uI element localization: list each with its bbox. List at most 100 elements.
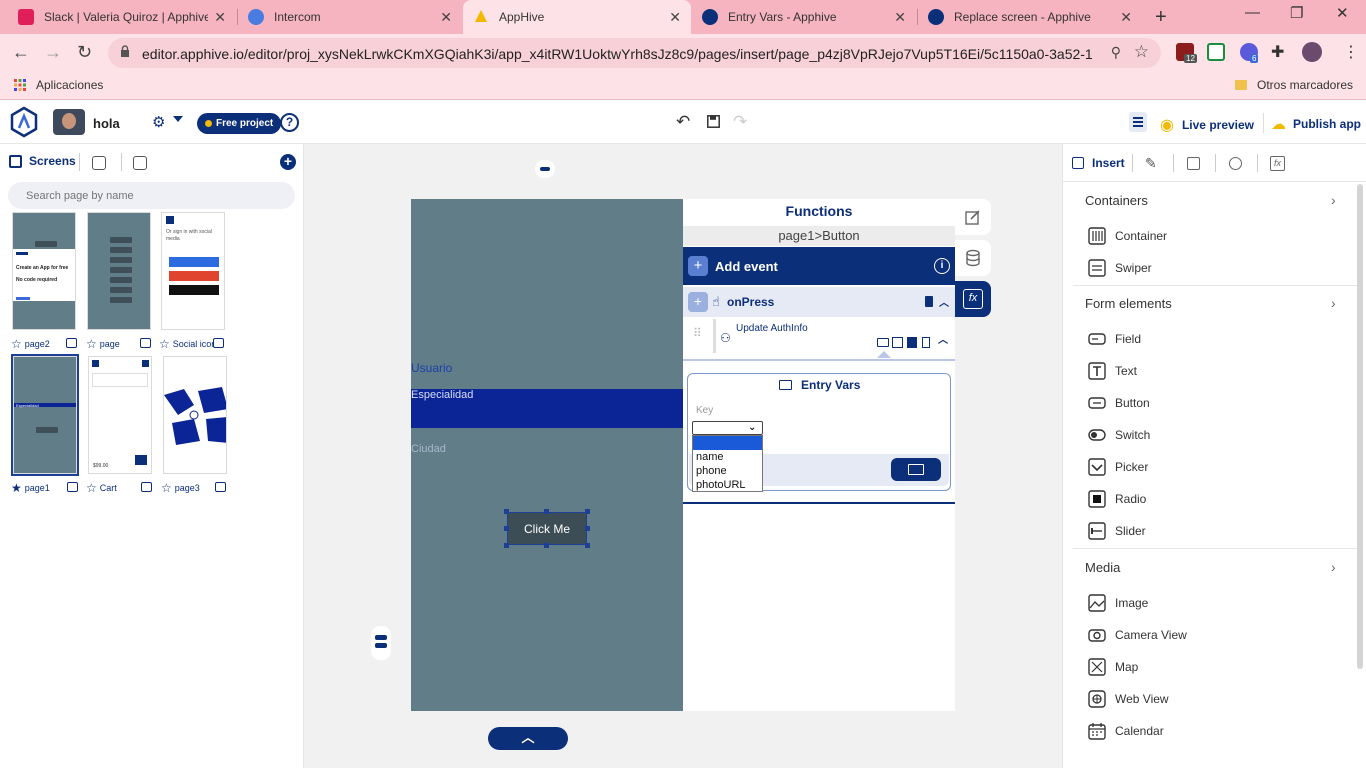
ciudad-label[interactable]: Ciudad [411,443,446,455]
browser-tab-slack[interactable]: Slack | Valeria Quiroz | Apphive ✕ [8,0,236,34]
insert-button[interactable]: Button [1088,394,1150,412]
star-filled-icon[interactable]: ★ [11,481,22,495]
resize-handle[interactable] [585,509,590,514]
option-photourl[interactable]: photoURL [696,479,746,491]
page-menu-icon[interactable] [213,338,224,348]
resize-handle[interactable] [504,526,509,531]
resize-handle[interactable] [585,543,590,548]
bookmark-other[interactable]: Otros marcadores [1235,78,1353,92]
drag-handle-icon[interactable]: ⠿ [693,327,702,339]
apphive-logo-icon[interactable] [10,106,38,138]
click-me-button[interactable]: Click Me [507,512,587,545]
new-tab-button[interactable]: + [1155,6,1167,29]
top-handle[interactable] [535,160,555,178]
database-tool-button[interactable] [955,240,991,276]
tab-screens[interactable]: Screens [9,154,76,168]
section-containers[interactable]: Containers [1085,193,1148,208]
page-label[interactable]: ★ page1 [11,481,50,495]
extension-icon[interactable] [1207,43,1225,61]
insert-swiper[interactable]: Swiper [1088,259,1152,277]
option-phone[interactable]: phone [696,465,727,477]
expand-up-button[interactable]: ︿ [488,727,568,750]
add-event-button[interactable]: + Add event i [683,247,955,285]
reload-icon[interactable]: ↻ [77,42,92,63]
action-update-authinfo[interactable]: ⠿ ⚇ Update AuthInfo ︿ [683,317,955,361]
resize-handle[interactable] [504,543,509,548]
page-label[interactable]: ☆ Cart [86,481,117,495]
phone-preview[interactable] [411,199,683,711]
trash-icon[interactable] [925,296,933,307]
key-select[interactable]: ⌄ [692,421,763,435]
close-icon[interactable]: ✕ [1120,9,1132,26]
edit-icon[interactable] [892,337,903,348]
insert-calendar[interactable]: Calendar [1088,722,1164,740]
back-arrow-icon[interactable]: ← [12,42,30,63]
search-page-input[interactable] [8,182,295,209]
url-text[interactable]: editor.apphive.io/editor/proj_xysNekLrwk… [142,46,1092,62]
copy-icon[interactable] [907,337,917,348]
browser-tab-replace-screen[interactable]: Replace screen - Apphive ✕ [918,0,1142,34]
help-icon[interactable]: ? [280,113,299,132]
gear-icon[interactable]: ⚙ [152,113,165,131]
event-onpress[interactable]: + ☝ onPress ︿ [683,287,955,317]
bookmark-star-icon[interactable]: ☆ [1134,42,1149,62]
forward-arrow-icon[interactable]: → [44,42,62,63]
functions-tool-button[interactable]: fx [955,281,991,317]
insert-radio[interactable]: Radio [1088,490,1146,508]
zoom-icon[interactable]: ⚲ [1111,44,1121,61]
page-menu-icon[interactable] [67,482,78,492]
trash-icon[interactable] [922,337,930,348]
project-name[interactable]: hola [93,116,120,131]
flow-icon[interactable] [92,156,106,170]
insert-text[interactable]: Text [1088,362,1137,380]
add-page-button[interactable]: + [280,154,296,170]
resize-handle[interactable] [544,509,549,514]
page-label[interactable]: ☆ page3 [161,481,200,495]
undo-icon[interactable]: ↶ [676,112,690,132]
section-form-elements[interactable]: Form elements [1085,296,1172,311]
page-menu-icon[interactable] [140,338,151,348]
browser-tab-entry-vars[interactable]: Entry Vars - Apphive ✕ [692,0,916,34]
page-thumbnail-page1[interactable]: Especialidad [11,354,79,476]
page-label[interactable]: ☆ Social icon [159,337,213,351]
page-menu-icon[interactable] [66,338,77,348]
close-icon[interactable]: ✕ [214,9,226,26]
insert-switch[interactable]: Switch [1088,426,1150,444]
star-icon[interactable]: ☆ [159,337,170,351]
list-icon[interactable] [1187,157,1200,170]
star-icon[interactable]: ☆ [161,481,172,495]
chevron-up-icon[interactable]: ︿ [939,294,949,309]
refresh-icon[interactable] [1229,157,1242,170]
edit-icon[interactable]: ✎ [1145,155,1157,172]
live-preview-button[interactable]: ◉ Live preview [1160,115,1254,135]
star-icon[interactable]: ☆ [86,337,97,351]
entry-vars-icon[interactable] [877,338,889,347]
project-avatar[interactable] [53,109,85,135]
browser-tab-apphive[interactable]: AppHive ✕ [463,0,691,34]
side-handle[interactable] [371,626,391,660]
option-name[interactable]: name [696,451,724,463]
redo-icon[interactable]: ↷ [733,112,747,132]
apply-entry-vars-button[interactable] [891,458,941,481]
scrollbar[interactable] [1357,184,1363,669]
insert-picker[interactable]: Picker [1088,458,1148,476]
close-icon[interactable]: ✕ [440,9,452,26]
resize-handle[interactable] [544,543,549,548]
layers-icon[interactable] [1129,112,1147,134]
minimize-button[interactable]: — [1245,4,1260,21]
chevron-right-icon[interactable]: › [1331,559,1336,575]
page-menu-icon[interactable] [141,482,152,492]
especialidad-label[interactable]: Especialidad [411,389,473,401]
option-empty[interactable] [693,436,762,450]
insert-image[interactable]: Image [1088,594,1148,612]
restore-button[interactable]: ❐ [1290,4,1303,22]
page-label[interactable]: ☆ page2 [11,337,50,351]
info-icon[interactable]: i [934,258,950,274]
usuario-label[interactable]: Usuario [411,361,452,375]
page-menu-icon[interactable] [215,482,226,492]
puzzle-icon[interactable]: ✚ [1271,42,1284,62]
page-thumbnail-page3[interactable] [163,356,227,474]
page-thumbnail-social-icon[interactable]: Or sign in with social media [161,212,225,330]
fx-icon[interactable]: fx [1270,156,1285,171]
save-icon[interactable] [707,115,720,128]
